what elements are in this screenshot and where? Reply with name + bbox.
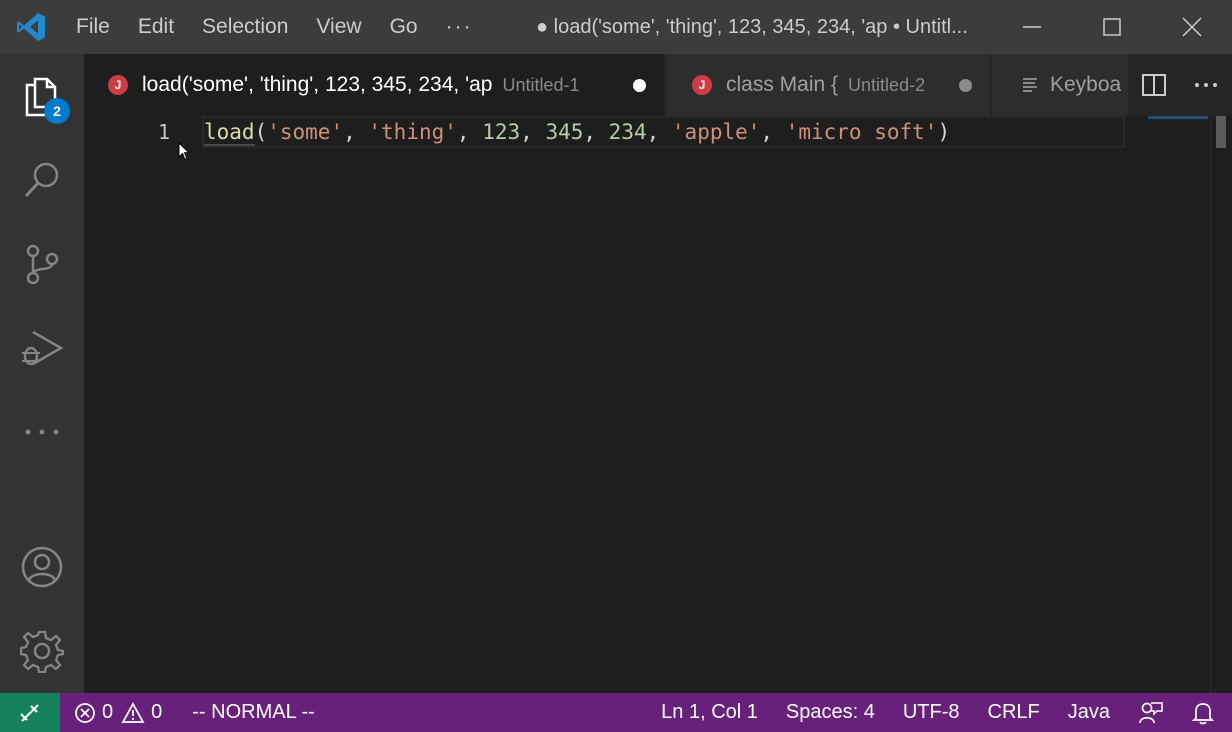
run-debug-button[interactable] <box>0 306 84 390</box>
code-line[interactable]: load('some', 'thing', 123, 345, 234, 'ap… <box>204 116 950 148</box>
account-icon <box>21 546 63 588</box>
code-comma: , <box>343 120 369 144</box>
code-comma: , <box>583 120 609 144</box>
unsaved-dot-icon[interactable] <box>959 78 972 92</box>
more-actions-icon[interactable] <box>1193 72 1219 98</box>
notifications-button[interactable] <box>1178 693 1232 732</box>
warning-count: 0 <box>151 701 163 723</box>
close-icon <box>1182 17 1202 37</box>
status-bar-right: Ln 1, Col 1 Spaces: 4 UTF-8 CRLF Java <box>647 693 1232 732</box>
error-count: 0 <box>102 701 114 723</box>
tab-label: load('some', 'thing', 123, 345, 234, 'ap <box>142 73 493 96</box>
line-number: 1 <box>157 120 170 144</box>
editor-tab-bar: J load('some', 'thing', 123, 345, 234, '… <box>84 54 1232 116</box>
menu-edit[interactable]: Edit <box>124 0 188 54</box>
tab-label: Keyboa <box>1050 73 1122 96</box>
tab-untitled-2[interactable]: J class Main { Untitled-2 <box>666 54 990 116</box>
title-bar: File Edit Selection View Go ··· ● load('… <box>0 0 1232 54</box>
code-number: 345 <box>545 120 584 144</box>
mouse-pointer-icon <box>178 142 191 161</box>
close-window-button[interactable] <box>1152 0 1232 54</box>
manage-button[interactable] <box>0 609 84 693</box>
code-comma: , <box>456 120 483 144</box>
code-number: 123 <box>482 120 521 144</box>
code-comma: , <box>760 120 786 144</box>
search-button[interactable] <box>0 138 84 222</box>
code-string: 'micro soft' <box>785 120 938 144</box>
minimize-icon <box>1023 26 1041 28</box>
vim-mode: -- NORMAL -- <box>192 701 315 723</box>
code-open-paren: ( <box>254 120 268 144</box>
minimap[interactable] <box>1148 116 1208 119</box>
indentation[interactable]: Spaces: 4 <box>772 693 889 732</box>
language-mode[interactable]: Java <box>1054 693 1124 732</box>
problems-indicator[interactable]: 0 0 <box>60 693 176 732</box>
explorer-button[interactable]: 2 <box>0 54 84 138</box>
source-control-icon <box>26 244 59 285</box>
java-file-icon: J <box>108 75 128 95</box>
remote-icon <box>20 703 39 722</box>
tab-description: Untitled-2 <box>848 74 926 95</box>
more-views-button[interactable] <box>0 390 84 474</box>
maximize-icon <box>1103 18 1121 36</box>
source-control-button[interactable] <box>0 222 84 306</box>
error-icon <box>75 702 95 723</box>
scrollbar-thumb[interactable] <box>1216 116 1226 148</box>
code-comma: , <box>520 120 546 144</box>
window-controls <box>992 0 1232 54</box>
tab-description: Untitled-1 <box>502 74 580 95</box>
menu-go[interactable]: Go <box>376 0 432 54</box>
window-title: ● load('some', 'thing', 123, 345, 234, '… <box>536 15 968 38</box>
preview-icon <box>1023 78 1037 92</box>
ellipsis-icon <box>25 429 59 435</box>
accounts-button[interactable] <box>0 525 84 609</box>
tab-label: class Main { <box>726 73 839 96</box>
menu-bar: File Edit Selection View Go ··· <box>62 0 487 54</box>
explorer-badge: 2 <box>44 98 70 124</box>
vertical-scrollbar[interactable] <box>1210 116 1232 693</box>
run-debug-icon <box>22 330 64 366</box>
split-editor-icon[interactable] <box>1141 72 1167 98</box>
tab-untitled-1[interactable]: J load('some', 'thing', 123, 345, 234, '… <box>84 54 664 116</box>
java-file-icon: J <box>692 75 712 95</box>
status-bar: 0 0 -- NORMAL -- Ln 1, Col 1 Spaces: 4 U… <box>0 693 1232 732</box>
encoding[interactable]: UTF-8 <box>889 693 974 732</box>
feedback-button[interactable] <box>1124 693 1178 732</box>
minimize-button[interactable] <box>992 0 1072 54</box>
unsaved-dot-icon[interactable] <box>633 78 646 92</box>
code-editor[interactable]: 1 load('some', 'thing', 123, 345, 234, '… <box>84 116 1232 693</box>
code-string: 'apple' <box>671 120 761 144</box>
vscode-logo-icon <box>0 0 62 54</box>
code-string: 'thing' <box>368 120 457 144</box>
activity-bar: 2 <box>0 54 84 693</box>
remote-indicator-button[interactable] <box>0 693 60 732</box>
end-of-line[interactable]: CRLF <box>974 693 1054 732</box>
bell-icon <box>1192 702 1214 724</box>
code-close-paren: ) <box>937 120 951 144</box>
feedback-icon <box>1139 701 1163 723</box>
menu-view[interactable]: View <box>302 0 375 54</box>
search-icon <box>24 162 59 198</box>
warning-icon <box>121 701 145 723</box>
code-comma: , <box>646 120 672 144</box>
code-function-name: load <box>204 120 255 146</box>
code-string: 'some' <box>267 120 344 144</box>
cursor-position[interactable]: Ln 1, Col 1 <box>647 693 772 732</box>
menu-more-icon[interactable]: ··· <box>432 0 487 54</box>
menu-selection[interactable]: Selection <box>188 0 302 54</box>
maximize-button[interactable] <box>1072 0 1152 54</box>
menu-file[interactable]: File <box>62 0 124 54</box>
code-number: 234 <box>608 120 647 144</box>
gear-icon <box>20 630 64 673</box>
editor-actions <box>1128 54 1232 116</box>
